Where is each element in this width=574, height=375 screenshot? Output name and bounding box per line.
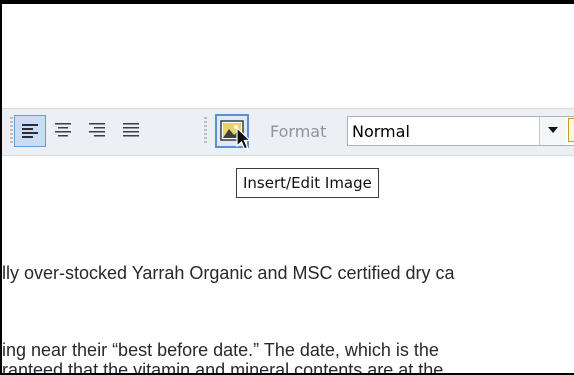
window-frame: Format Normal ? Insert/Edit Image lly ov… (0, 0, 574, 375)
help-button[interactable]: ? (568, 118, 574, 142)
editor-text-line: ranteed that the vitamin and mineral con… (2, 360, 444, 373)
chevron-down-icon (548, 127, 558, 133)
align-center-button[interactable] (48, 115, 80, 147)
tooltip: Insert/Edit Image (236, 168, 379, 198)
format-selected-value: Normal (352, 122, 410, 141)
toolbar-separator (10, 117, 13, 145)
format-label: Format (270, 122, 327, 141)
editor-text-line: ing near their “best before date.” The d… (2, 340, 439, 360)
editor-area: Format Normal ? Insert/Edit Image lly ov… (2, 4, 574, 373)
editor-toolbar: Format Normal ? (2, 108, 574, 156)
format-dropdown[interactable]: Normal (347, 116, 574, 146)
align-right-icon (89, 123, 105, 137)
align-center-icon (55, 123, 71, 137)
editor-text-line: lly over-stocked Yarrah Organic and MSC … (2, 263, 455, 283)
align-left-button[interactable] (14, 115, 46, 147)
format-dropdown-button[interactable] (539, 117, 566, 145)
mouse-pointer-icon (236, 127, 252, 150)
align-justify-icon (123, 123, 139, 137)
align-left-icon (22, 124, 38, 138)
toolbar-separator (204, 117, 207, 145)
align-right-button[interactable] (82, 115, 114, 147)
help-icon: ? (568, 118, 574, 142)
align-justify-button[interactable] (116, 115, 148, 147)
